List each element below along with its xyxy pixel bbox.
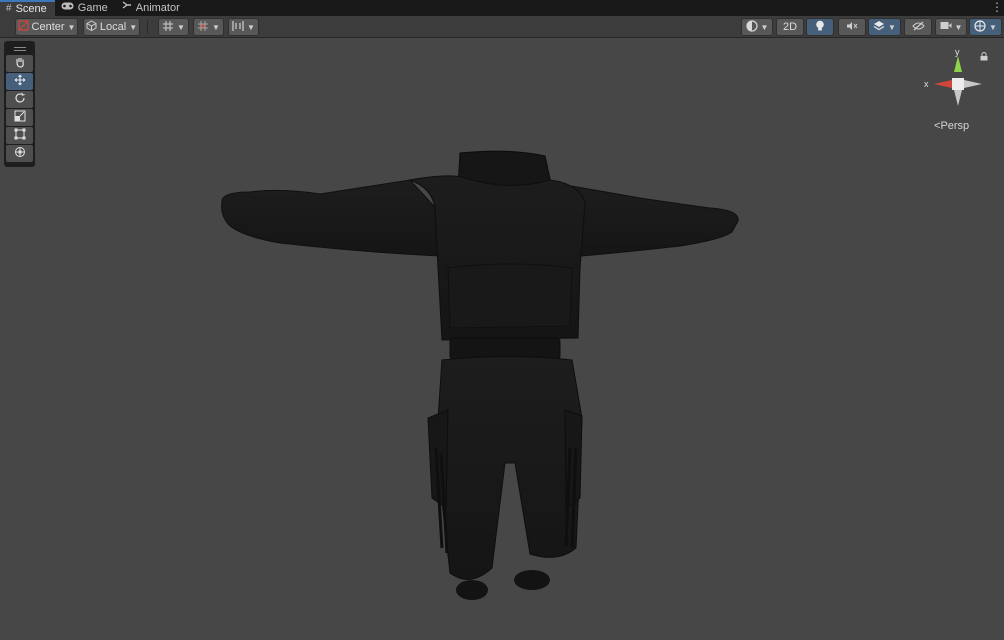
hidden-objects-toggle[interactable] [904,18,932,36]
grid-snap-icon [162,20,174,35]
gizmos-globe-icon [974,19,986,35]
effects-dropdown[interactable]: ▼ [868,18,901,36]
move-arrows-icon [14,74,26,89]
gamepad-icon [61,0,74,16]
animator-icon [122,0,132,16]
tab-game-label: Game [77,2,108,14]
grid-snapping-dropdown[interactable]: ▼ [158,18,189,36]
speaker-mute-icon [846,21,858,34]
scene-audio-toggle[interactable] [838,18,866,36]
y-axis-label: y [955,47,960,57]
snap-increment-icon [197,20,209,35]
tab-game[interactable]: Game [55,0,116,16]
shading-mode-icon [745,19,758,35]
move-tool-button[interactable] [6,73,33,90]
transform-all-icon [14,146,26,161]
chevron-down-icon: ▼ [247,22,255,32]
rotate-tool-button[interactable] [6,91,33,108]
scene-toolbar: Center ▼ Local ▼ ▼ ▼ ▼ ▼ 2D ▼ ▼ ▼ [0,16,1004,38]
increment-snap-dropdown[interactable]: ▼ [193,18,224,36]
pivot-mode-dropdown[interactable]: Center ▼ [15,18,78,36]
space-mode-dropdown[interactable]: Local ▼ [83,18,140,36]
rect-transform-icon [14,128,26,143]
chevron-down-icon: ▼ [760,22,769,32]
more-options-icon[interactable]: ⋮ [990,0,1004,16]
gizmo-center-cube [952,78,964,90]
character-model-tracksuit[interactable] [210,148,750,611]
space-mode-label: Local [99,21,127,33]
palette-drag-handle[interactable] [6,43,33,54]
neg-y-axis-cone [954,90,962,106]
editor-tab-bar: # Scene Game Animator ⋮ [0,0,1004,16]
cube-icon [86,20,97,34]
lightbulb-icon [815,20,825,35]
pivot-icon [17,20,29,34]
hand-tool-button[interactable] [6,55,33,72]
draw-mode-dropdown[interactable]: ▼ [741,18,773,36]
chevron-down-icon: ▼ [177,22,185,32]
projection-label: Persp [940,120,970,132]
pivot-mode-label: Center [31,21,65,33]
scale-tool-button[interactable] [6,109,33,126]
chevron-down-icon: ▼ [954,22,963,32]
tab-animator[interactable]: Animator [116,0,188,16]
chevron-down-icon: ▼ [989,22,997,32]
orientation-gizmo[interactable]: y x [920,46,1000,126]
toggle-2d-button[interactable]: 2D [776,18,804,36]
chevron-down-icon: ▼ [67,22,76,32]
hand-icon [14,56,26,71]
toolbar-divider [147,20,148,34]
align-icon [232,20,244,35]
camera-icon [940,21,952,33]
chevron-down-icon: ▼ [129,22,138,32]
tab-scene-label: Scene [15,3,47,15]
align-options-dropdown[interactable]: ▼ [228,18,259,36]
transform-tool-button[interactable] [6,145,33,162]
scene-lighting-toggle[interactable] [806,18,834,36]
camera-settings-dropdown[interactable]: ▼ [935,18,967,36]
lock-icon[interactable] [980,52,988,63]
tab-scene[interactable]: # Scene [0,0,55,16]
projection-toggle[interactable]: <Persp [934,120,969,132]
tool-palette [4,41,35,167]
neg-x-axis-cone [964,80,982,88]
grid-icon: # [6,3,12,14]
gizmos-dropdown[interactable]: ▼ [969,18,1002,36]
chevron-down-icon: ▼ [212,22,220,32]
scale-icon [14,110,26,125]
tab-animator-label: Animator [135,2,180,14]
effects-layers-icon [873,20,885,34]
toggle-2d-label: 2D [782,21,798,33]
x-axis-cone [934,80,952,88]
eye-slash-icon [911,21,925,34]
x-axis-label: x [924,79,929,89]
rotate-icon [14,92,26,107]
rect-tool-button[interactable] [6,127,33,144]
chevron-down-icon: ▼ [888,22,896,32]
y-axis-cone [954,56,962,72]
